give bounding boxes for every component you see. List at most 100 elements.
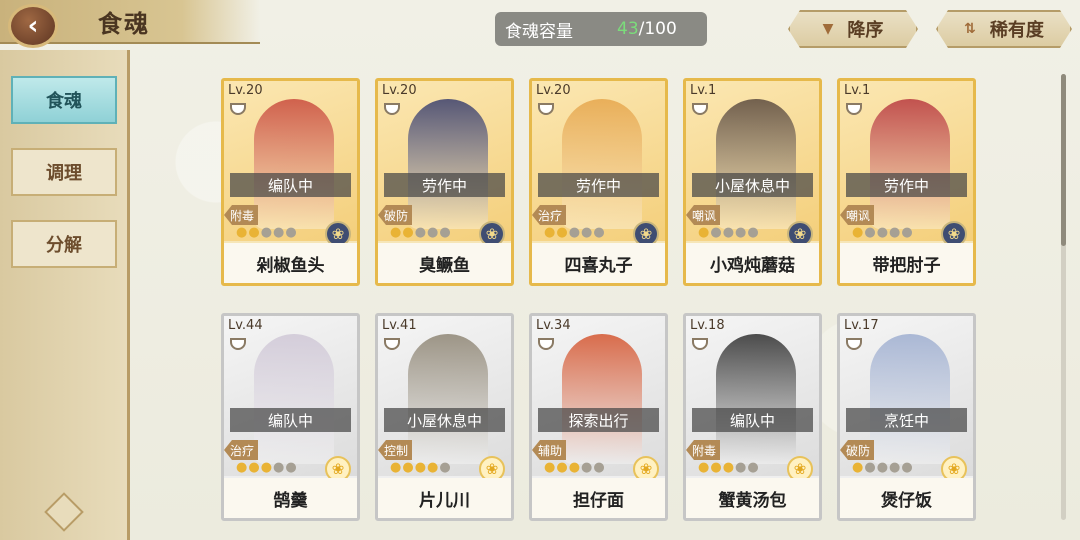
card-name: 煲仔饭 [840,478,973,518]
star-icon: ● [390,225,402,240]
card-name: 四喜丸子 [532,243,665,283]
card-name: 鹄羹 [224,478,357,518]
sort-order-button[interactable]: ▼ 降序 [788,10,918,48]
star-rating: ● ● ● ● ● [390,460,451,476]
star-icon: ● [285,225,297,240]
star-icon: ● [710,460,722,475]
star-icon: ● [414,460,427,475]
star-icon: ● [593,460,605,475]
sidebar-ornament-icon [44,492,84,532]
star-icon: ● [236,225,248,240]
star-icon: ● [864,460,876,475]
card-name: 带把肘子 [840,243,973,283]
star-rating: ● ● ● ● ● [236,460,297,476]
star-icon: ● [390,460,402,475]
star-icon: ● [852,225,864,240]
star-icon: ● [901,460,913,475]
scrollbar[interactable] [1061,74,1066,520]
character-portrait [716,99,796,229]
card-level: Lv.1 [690,83,717,98]
star-icon: ● [273,225,285,240]
star-icon: ● [544,225,556,240]
character-portrait [870,99,950,229]
star-icon: ● [402,225,414,240]
star-rating: ● ● ● ● ● [544,225,605,241]
card-name: 蟹黄汤包 [686,478,819,518]
sidebar: 食魂 调理 分解 [0,50,130,540]
card-level: Lv.34 [536,318,571,333]
character-portrait [870,334,950,464]
food-soul-card[interactable]: Lv.44 编队中 治疗 ● ● ● ● ● ❀ 鹄羹 [221,313,360,521]
star-icon: ● [889,225,901,240]
sort-key-button[interactable]: ⇅ 稀有度 [936,10,1072,48]
capacity-display: 食魂容量 43 /100 [495,12,707,46]
card-level: Lv.20 [228,83,263,98]
card-status: 编队中 [692,408,813,432]
star-icon: ● [852,460,864,475]
character-portrait [562,99,642,229]
star-icon: ● [593,225,605,240]
card-name: 小鸡炖蘑菇 [686,243,819,283]
food-soul-card[interactable]: Lv.17 烹饪中 破防 ● ● ● ● ● ❀ 煲仔饭 [837,313,976,521]
card-status: 小屋休息中 [384,408,505,432]
star-icon: ● [556,460,568,475]
triangle-down-icon: ▼ [822,21,834,37]
star-icon: ● [747,225,759,240]
star-icon: ● [544,460,556,475]
star-rating: ● ● ● ● ● [390,225,451,241]
capacity-current: 43 [617,19,639,39]
card-name: 片儿川 [378,478,511,518]
card-level: Lv.1 [844,83,871,98]
star-icon: ● [889,460,901,475]
star-icon: ● [735,460,747,475]
tab-disassemble[interactable]: 分解 [11,220,117,268]
star-icon: ● [285,460,297,475]
food-soul-card[interactable]: Lv.18 编队中 附毒 ● ● ● ● ● ❀ 蟹黄汤包 [683,313,822,521]
star-icon: ● [439,225,451,240]
character-portrait [408,99,488,229]
food-soul-card[interactable]: Lv.34 探索出行 辅助 ● ● ● ● ● ❀ 担仔面 [529,313,668,521]
star-icon: ● [864,225,876,240]
character-portrait [254,99,334,229]
star-icon: ● [273,460,285,475]
star-icon: ● [439,460,451,475]
card-status: 小屋休息中 [692,173,813,197]
star-rating: ● ● ● ● ● [698,225,759,241]
food-soul-card[interactable]: Lv.20 劳作中 破防 ● ● ● ● ● ❀ 臭鳜鱼 [375,78,514,286]
food-soul-card[interactable]: Lv.1 劳作中 嘲讽 ● ● ● ● ● ❀ 带把肘子 [837,78,976,286]
card-status: 烹饪中 [846,408,967,432]
star-rating: ● ● ● ● ● [236,225,297,241]
back-button[interactable]: ‹ [8,4,58,48]
character-portrait [562,334,642,464]
tab-cultivate[interactable]: 调理 [11,148,117,196]
tab-food-souls[interactable]: 食魂 [11,76,117,124]
card-status: 编队中 [230,408,351,432]
star-icon: ● [698,225,710,240]
star-icon: ● [427,225,439,240]
scrollbar-thumb[interactable] [1061,74,1066,246]
star-icon: ● [260,460,273,475]
star-icon: ● [556,225,568,240]
star-icon: ● [402,460,414,475]
back-arrow-icon: ‹ [27,11,39,41]
star-icon: ● [414,225,427,240]
star-icon: ● [568,225,581,240]
star-icon: ● [876,225,889,240]
star-icon: ● [735,225,747,240]
food-soul-card[interactable]: Lv.1 小屋休息中 嘲讽 ● ● ● ● ● ❀ 小鸡炖蘑菇 [683,78,822,286]
star-icon: ● [427,460,439,475]
food-soul-card[interactable]: Lv.20 编队中 附毒 ● ● ● ● ● ❀ 剁椒鱼头 [221,78,360,286]
character-portrait [408,334,488,464]
card-level: Lv.44 [228,318,263,333]
card-name: 担仔面 [532,478,665,518]
card-status: 劳作中 [538,173,659,197]
food-soul-card[interactable]: Lv.20 劳作中 治疗 ● ● ● ● ● ❀ 四喜丸子 [529,78,668,286]
star-icon: ● [747,460,759,475]
food-soul-card[interactable]: Lv.41 小屋休息中 控制 ● ● ● ● ● ❀ 片儿川 [375,313,514,521]
star-icon: ● [248,460,260,475]
star-icon: ● [248,225,260,240]
sort-arrows-icon: ⇅ [964,21,976,37]
page-title: 食魂 [98,10,150,38]
star-rating: ● ● ● ● ● [544,460,605,476]
star-icon: ● [568,460,581,475]
